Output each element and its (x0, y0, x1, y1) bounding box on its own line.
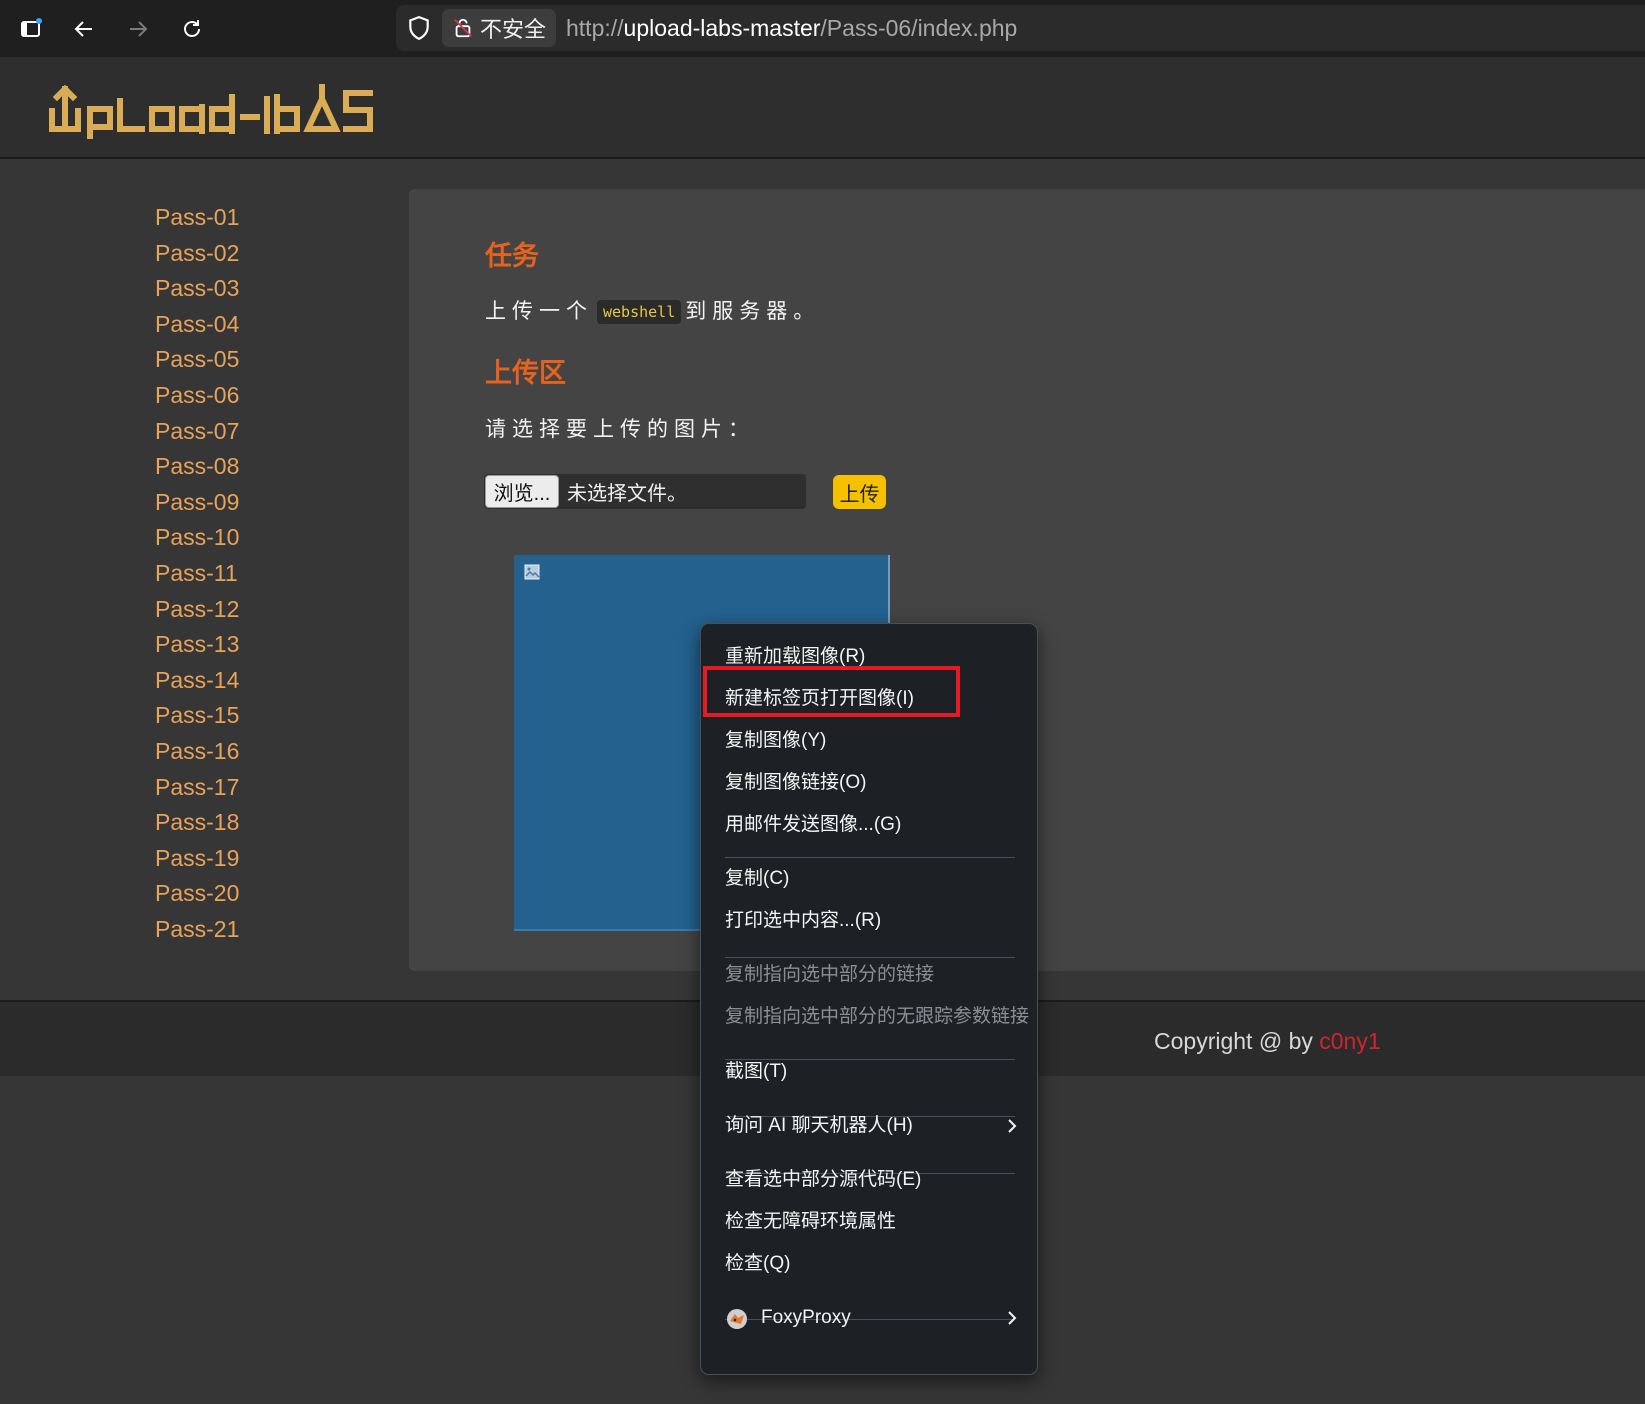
browse-button[interactable]: 浏览... (485, 475, 559, 508)
forward-arrow-icon[interactable] (121, 12, 155, 46)
sidebar-item-pass-18[interactable]: Pass-18 (155, 805, 335, 841)
no-file-label: 未选择文件。 (567, 483, 687, 505)
menu-item-inspect-accessibility[interactable]: 检查无障碍环境属性 (725, 1204, 1025, 1240)
menu-item-email-image[interactable]: 用邮件发送图像...(G) (725, 807, 1025, 843)
author-link[interactable]: c0ny1 (1319, 1028, 1380, 1054)
menu-item-open-image-new-tab[interactable]: 新建标签页打开图像(I) (725, 681, 1025, 717)
sidebar-item-pass-12[interactable]: Pass-12 (155, 592, 335, 628)
menu-item-ask-ai-chatbot[interactable]: 询问 AI 聊天机器人(H) (725, 1108, 1025, 1144)
url-path: /Pass-06/index.php (820, 15, 1018, 41)
sidebar-item-pass-09[interactable]: Pass-09 (155, 485, 335, 521)
copyright-text: Copyright @ by c0ny1 (1154, 1028, 1381, 1055)
url-text[interactable]: http://upload-labs-master/Pass-06/index.… (566, 15, 1017, 42)
sidebar-item-pass-15[interactable]: Pass-15 (155, 698, 335, 734)
sidebar-item-pass-07[interactable]: Pass-07 (155, 414, 335, 450)
task-text-before: 上传一个 (485, 300, 593, 323)
sidebar-item-pass-11[interactable]: Pass-11 (155, 556, 335, 592)
task-text-after: 到服务器。 (685, 300, 821, 323)
upload-area-title: 上传区 (485, 358, 566, 388)
back-arrow-icon[interactable] (67, 12, 101, 46)
task-title: 任务 (485, 241, 539, 271)
sidebar-item-pass-06[interactable]: Pass-06 (155, 378, 335, 414)
menu-item-screenshot[interactable]: 截图(T) (725, 1054, 1025, 1090)
sidebar-item-pass-08[interactable]: Pass-08 (155, 449, 335, 485)
sidebar-item-pass-10[interactable]: Pass-10 (155, 520, 335, 556)
address-bar[interactable]: 不安全 http://upload-labs-master/Pass-06/in… (396, 5, 1645, 51)
menu-item-foxyproxy-label: FoxyProxy (761, 1307, 851, 1328)
browser-toolbar: 不安全 http://upload-labs-master/Pass-06/in… (0, 0, 1645, 57)
select-image-prompt: 请选择要上传的图片： (485, 418, 755, 441)
foxyproxy-icon (727, 1309, 747, 1329)
sidebar-item-pass-02[interactable]: Pass-02 (155, 236, 335, 272)
file-input[interactable]: 浏览... 未选择文件。 (484, 474, 806, 509)
broken-image-icon (524, 564, 540, 580)
menu-item-copy-image[interactable]: 复制图像(Y) (725, 723, 1025, 759)
menu-separator (725, 857, 1015, 858)
sidebar-item-pass-14[interactable]: Pass-14 (155, 663, 335, 699)
sidebar-item-pass-17[interactable]: Pass-17 (155, 770, 335, 806)
webshell-code: webshell (597, 300, 682, 325)
pass-nav-sidebar: Pass-01 Pass-02 Pass-03 Pass-04 Pass-05 … (155, 200, 335, 947)
menu-item-inspect[interactable]: 检查(Q) (725, 1246, 1025, 1282)
chevron-right-icon (1008, 1311, 1017, 1325)
insecure-badge[interactable]: 不安全 (442, 9, 556, 47)
broken-lock-icon (454, 18, 472, 38)
reload-icon[interactable] (175, 12, 209, 46)
sidebar-item-pass-20[interactable]: Pass-20 (155, 876, 335, 912)
menu-item-ask-ai-chatbot-label: 询问 AI 聊天机器人(H) (725, 1115, 913, 1136)
sidebar-item-pass-04[interactable]: Pass-04 (155, 307, 335, 343)
shield-icon[interactable] (406, 15, 432, 41)
sidebar-item-pass-01[interactable]: Pass-01 (155, 200, 335, 236)
copyright-prefix: Copyright @ by (1154, 1028, 1320, 1054)
menu-item-print-selection[interactable]: 打印选中内容...(R) (725, 903, 1025, 939)
sidebar-item-pass-16[interactable]: Pass-16 (155, 734, 335, 770)
sidebar-item-pass-05[interactable]: Pass-05 (155, 342, 335, 378)
sidebar-item-pass-03[interactable]: Pass-03 (155, 271, 335, 307)
sidebar-item-pass-19[interactable]: Pass-19 (155, 841, 335, 877)
menu-item-foxyproxy[interactable]: FoxyProxy (725, 1300, 1025, 1336)
menu-item-view-selection-source[interactable]: 查看选中部分源代码(E) (725, 1162, 1025, 1198)
insecure-label: 不安全 (480, 17, 547, 42)
url-host: upload-labs-master (623, 15, 821, 41)
task-description: 上传一个 webshell 到服务器。 (485, 295, 820, 325)
sidebar-item-pass-13[interactable]: Pass-13 (155, 627, 335, 663)
site-logo[interactable] (48, 79, 398, 144)
context-menu: 重新加载图像(R) 新建标签页打开图像(I) 复制图像(Y) 复制图像链接(O)… (700, 623, 1038, 1375)
upload-button[interactable]: 上传 (833, 475, 886, 509)
tab-overview-icon[interactable] (14, 12, 48, 46)
sidebar-item-pass-21[interactable]: Pass-21 (155, 912, 335, 948)
menu-item-copy-clean-link-to-highlight: 复制指向选中部分的无跟踪参数链接 (725, 1006, 1030, 1027)
menu-item-copy-link-to-highlight: 复制指向选中部分的链接 (725, 964, 935, 985)
site-header (0, 57, 1645, 159)
menu-item-copy-image-link[interactable]: 复制图像链接(O) (725, 765, 1025, 801)
menu-item-copy[interactable]: 复制(C) (725, 861, 1025, 897)
chevron-right-icon (1008, 1119, 1017, 1133)
url-scheme: http:// (566, 15, 624, 41)
